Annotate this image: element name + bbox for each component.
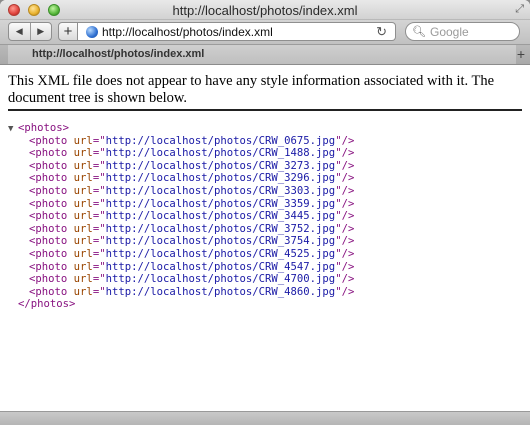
url-attr-name: url [73,197,93,210]
xml-root-open: ▼ <photos> [8,122,70,136]
xml-photo-line: <photo url="http://localhost/photos/CRW_… [29,247,355,260]
url-attr-name: url [73,260,93,273]
photo-tag-name: photo [35,184,68,197]
url-attr-value: http://localhost/photos/CRW_3445.jpg [105,210,336,223]
xml-photo-line: <photo url="http://localhost/photos/CRW_… [29,273,355,286]
browser-window: http://localhost/photos/index.xml ⤢ ◀ ▶ … [0,0,530,425]
url-attr-name: url [73,184,93,197]
xml-root-close: </photos> [18,298,76,311]
add-bookmark-button[interactable]: + [58,22,78,41]
photo-tag-name: photo [35,247,68,260]
root-tag-name: photos [24,122,63,134]
photo-tag-name: photo [35,285,68,298]
status-bar [0,411,530,425]
photo-tag-name: photo [35,134,68,147]
xml-photo-line: <photo url="http://localhost/photos/CRW_… [29,184,355,197]
url-attr-name: url [73,273,93,286]
toolbar: ◀ ▶ + http://localhost/photos/index.xml … [0,20,530,44]
xml-photo-line: <photo url="http://localhost/photos/CRW_… [29,222,355,235]
url-attr-value: http://localhost/photos/CRW_1488.jpg [105,147,336,160]
photo-tag-name: photo [35,159,68,172]
xml-photo-line: <photo url="http://localhost/photos/CRW_… [29,285,355,298]
xml-photo-line: <photo url="http://localhost/photos/CRW_… [29,197,355,210]
url-attr-name: url [73,159,93,172]
xml-photo-line: <photo url="http://localhost/photos/CRW_… [29,260,355,273]
url-attr-value: http://localhost/photos/CRW_4700.jpg [105,273,336,286]
xml-photo-line: <photo url="http://localhost/photos/CRW_… [29,172,355,185]
window-title: http://localhost/photos/index.xml [172,3,358,18]
url-attr-name: url [73,210,93,223]
xml-style-notice: This XML file does not appear to have an… [8,73,495,106]
url-attr-name: url [73,172,93,185]
search-input[interactable]: 🔍︎ Google [405,22,520,41]
globe-icon [86,26,98,38]
tab-label: http://localhost/photos/index.xml [32,48,205,60]
url-attr-value: http://localhost/photos/CRW_3303.jpg [105,184,336,197]
back-button[interactable]: ◀ [9,23,30,40]
xml-photo-line: <photo url="http://localhost/photos/CRW_… [29,210,355,223]
new-tab-icon[interactable]: + [517,46,525,62]
photo-tag-name: photo [35,210,68,223]
xml-photo-line: <photo url="http://localhost/photos/CRW_… [29,235,355,248]
page-content: This XML file does not appear to have an… [0,65,530,411]
url-attr-name: url [73,285,93,298]
xml-children: <photo url="http://localhost/photos/CRW_… [8,135,354,299]
photo-tag-name: photo [35,273,68,286]
photo-tag-name: photo [35,147,68,160]
forward-button[interactable]: ▶ [29,23,52,40]
url-attr-name: url [73,235,93,248]
url-attr-value: http://localhost/photos/CRW_0675.jpg [105,134,336,147]
reload-icon[interactable]: ↻ [376,24,387,40]
collapse-toggle-icon[interactable]: ▼ [8,123,18,136]
nav-buttons: ◀ ▶ [8,22,52,41]
photo-tag-name: photo [35,260,68,273]
xml-photo-line: <photo url="http://localhost/photos/CRW_… [29,147,355,160]
address-bar[interactable]: http://localhost/photos/index.xml ↻ [78,22,396,41]
url-attr-value: http://localhost/photos/CRW_4525.jpg [105,247,336,260]
fullscreen-icon[interactable]: ⤢ [515,3,524,16]
search-placeholder: Google [430,25,469,39]
photo-tag-name: photo [35,235,68,248]
search-icon[interactable]: 🔍︎ [412,25,426,38]
divider [8,109,522,111]
url-attr-value: http://localhost/photos/CRW_3359.jpg [105,197,336,210]
xml-photo-line: <photo url="http://localhost/photos/CRW_… [29,134,355,147]
url-attr-value: http://localhost/photos/CRW_3296.jpg [105,172,336,185]
xml-photo-line: <photo url="http://localhost/photos/CRW_… [29,159,355,172]
xml-tree: ▼ <photos> <photo url="http://localhost/p… [8,122,354,311]
tab-current[interactable]: http://localhost/photos/index.xml [8,45,516,64]
url-attr-value: http://localhost/photos/CRW_4547.jpg [105,260,336,273]
photo-tag-name: photo [35,222,68,235]
root-close-tag-name: photos [30,298,70,311]
url-attr-name: url [73,147,93,160]
url-attr-name: url [73,134,93,147]
url-attr-value: http://localhost/photos/CRW_3752.jpg [105,222,336,235]
tab-bar: http://localhost/photos/index.xml + [0,44,530,65]
address-text[interactable]: http://localhost/photos/index.xml [102,25,273,39]
photo-tag-name: photo [35,172,68,185]
url-attr-name: url [73,222,93,235]
url-attr-value: http://localhost/photos/CRW_3754.jpg [105,235,336,248]
photo-tag-name: photo [35,197,68,210]
url-attr-value: http://localhost/photos/CRW_3273.jpg [105,159,336,172]
url-attr-name: url [73,247,93,260]
url-attr-value: http://localhost/photos/CRW_4860.jpg [105,285,336,298]
title-bar: http://localhost/photos/index.xml ⤢ [0,0,530,20]
